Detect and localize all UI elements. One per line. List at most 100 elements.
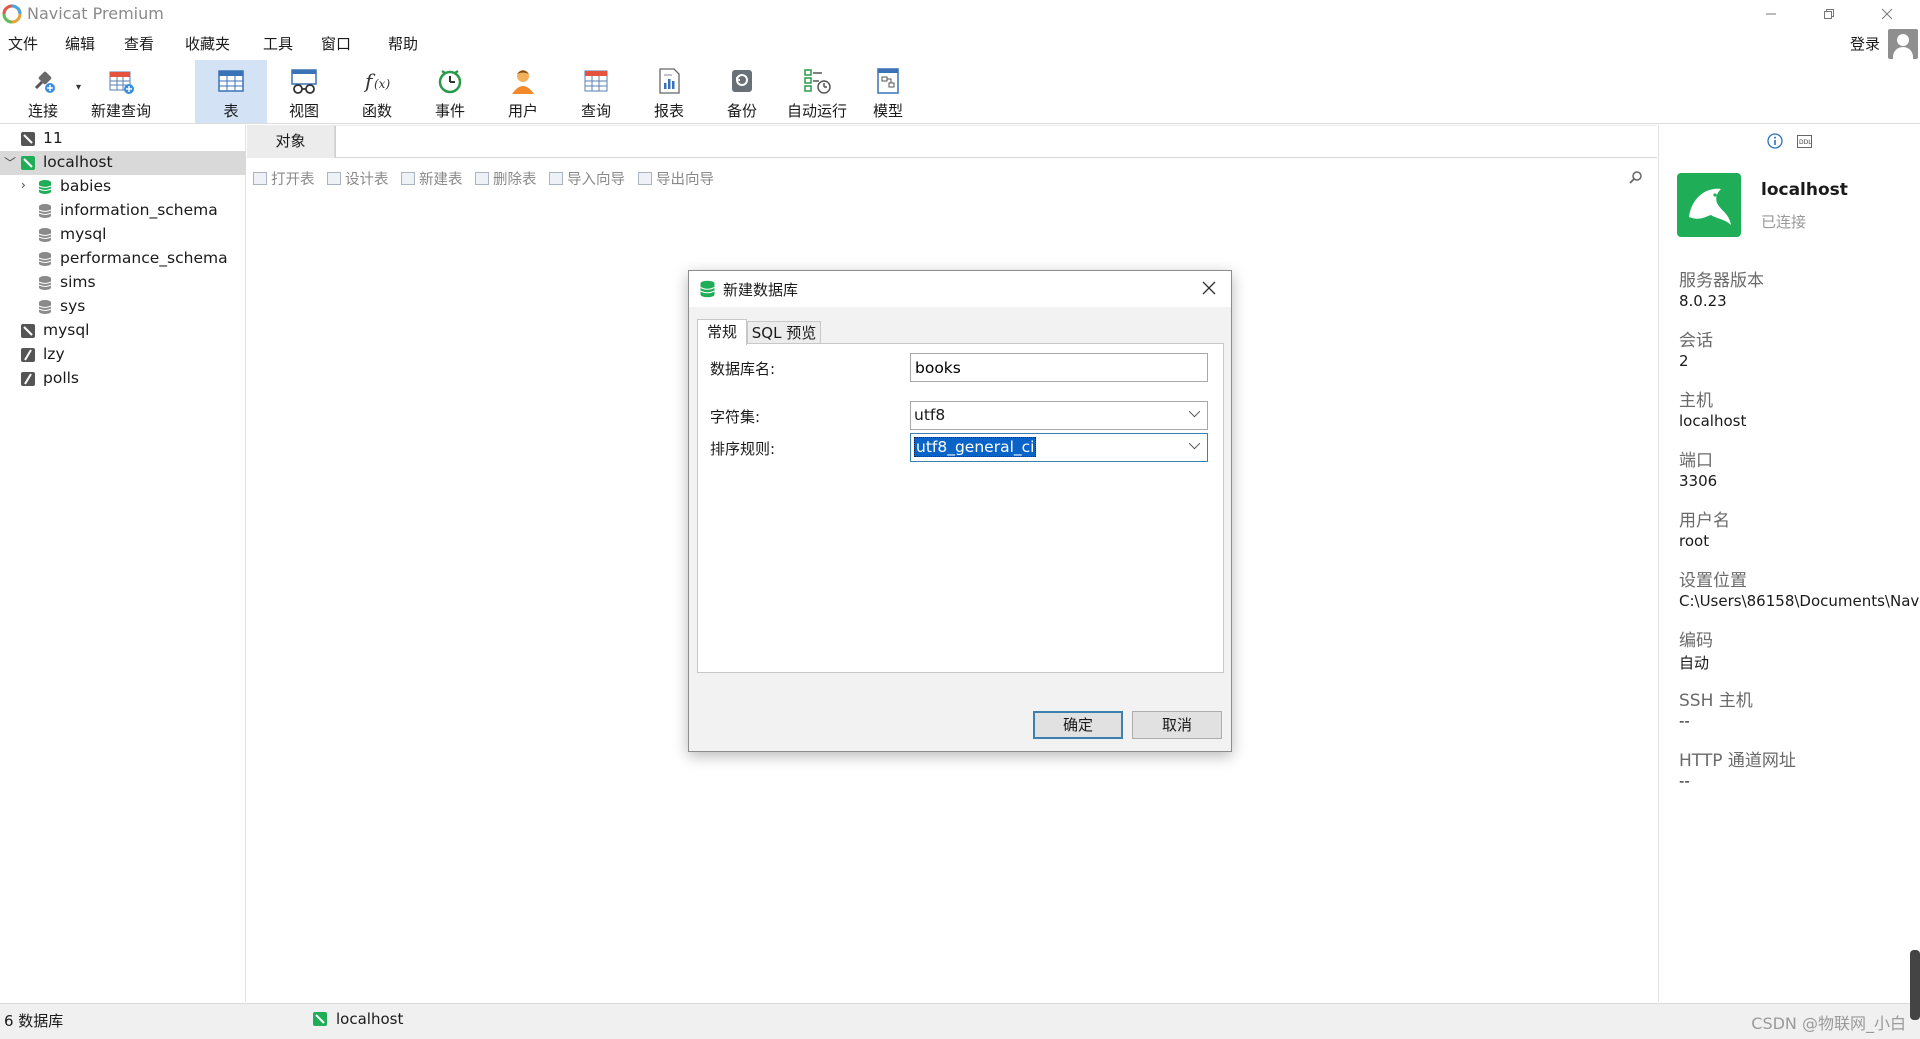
restore-icon: [1824, 9, 1834, 19]
tree-database-information-schema[interactable]: information_schema: [0, 199, 246, 223]
import-icon: [549, 172, 563, 185]
open-table-button[interactable]: 打开表: [253, 168, 315, 189]
tree-database-mysql[interactable]: mysql: [0, 223, 246, 247]
new-query-button[interactable]: 新建查询: [86, 60, 156, 123]
menu-view[interactable]: 查看: [124, 33, 154, 54]
dialog-close-button[interactable]: [1195, 275, 1223, 303]
tree-connection-localhost[interactable]: ﹀ localhost: [0, 151, 246, 175]
object-tab-bar: 对象: [247, 125, 1657, 158]
new-query-label: 新建查询: [90, 102, 151, 120]
cancel-button[interactable]: 取消: [1132, 711, 1222, 739]
tree-label: babies: [60, 177, 112, 195]
tree-connection-mysql[interactable]: mysql: [0, 319, 246, 343]
database-icon: [700, 280, 715, 298]
sqlite-connection-icon: [21, 372, 35, 386]
user-avatar-icon[interactable]: [1888, 29, 1918, 59]
connect-dropdown-icon[interactable]: ▾: [76, 82, 81, 93]
dialog-title-bar[interactable]: 新建数据库: [689, 271, 1231, 307]
menu-window[interactable]: 窗口: [321, 33, 351, 54]
collation-select[interactable]: utf8_general_ci: [910, 433, 1208, 462]
tab-objects[interactable]: 对象: [247, 125, 335, 158]
import-wizard-button[interactable]: 导入向导: [549, 168, 625, 189]
info-icon[interactable]: [1767, 133, 1783, 149]
menu-help[interactable]: 帮助: [388, 33, 418, 54]
info-label-server-version: 服务器版本: [1679, 271, 1764, 291]
backup-label: 备份: [726, 102, 757, 120]
tree-database-performance-schema[interactable]: performance_schema: [0, 247, 246, 271]
chevron-down-icon[interactable]: ﹀: [4, 154, 16, 171]
dialog-title: 新建数据库: [723, 281, 799, 299]
info-value-server-version: 8.0.23: [1679, 292, 1727, 310]
tree-label: polls: [43, 369, 80, 387]
minimize-icon: [1766, 13, 1776, 15]
tab-general[interactable]: 常规: [697, 319, 747, 345]
menu-bar: 文件 编辑 查看 收藏夹 工具 窗口 帮助: [0, 30, 1920, 58]
report-button[interactable]: 报表: [633, 60, 705, 123]
connection-closed-icon: [21, 324, 35, 338]
model-button[interactable]: 模型: [852, 60, 924, 123]
clock-icon: [438, 69, 462, 94]
database-icon: [38, 300, 52, 314]
table-button[interactable]: 表: [195, 60, 267, 123]
event-button[interactable]: 事件: [414, 60, 486, 123]
function-button[interactable]: f (x) 函数: [341, 60, 413, 123]
mysql-dolphin-icon: [1677, 173, 1741, 237]
report-icon: [659, 68, 680, 94]
query-button[interactable]: 查询: [560, 60, 632, 123]
db-name-input[interactable]: [910, 353, 1208, 382]
menu-file[interactable]: 文件: [8, 33, 38, 54]
tab-sql-preview[interactable]: SQL 预览: [747, 321, 821, 344]
function-icon: f (x): [363, 69, 390, 93]
query-label: 查询: [580, 102, 611, 120]
view-button[interactable]: 视图: [268, 60, 340, 123]
charset-select[interactable]: utf8: [910, 401, 1208, 430]
database-icon: [38, 204, 52, 218]
user-button[interactable]: 用户: [487, 60, 559, 123]
window-title: Navicat Premium: [27, 4, 164, 23]
close-window-button[interactable]: [1858, 0, 1916, 28]
connect-button[interactable]: 连接: [8, 60, 78, 123]
tree-connection-lzy[interactable]: lzy: [0, 343, 246, 367]
info-label-ssh-host: SSH 主机: [1679, 691, 1753, 711]
tree-label: mysql: [43, 321, 90, 339]
main-toolbar: 连接 ▾ 新建查询 表 视图 f (x) 函数 事件 用户 查询 报表 备份 自…: [0, 60, 1920, 124]
ddl-icon[interactable]: DDL: [1797, 135, 1812, 148]
db-name-label: 数据库名:: [710, 360, 776, 378]
chevron-right-icon[interactable]: ›: [21, 178, 26, 192]
menu-edit[interactable]: 编辑: [65, 33, 95, 54]
report-label: 报表: [653, 102, 684, 120]
connection-status: 已连接: [1761, 213, 1807, 231]
info-label-encoding: 编码: [1679, 631, 1713, 651]
mysql-connection-icon: [21, 156, 35, 170]
restore-button[interactable]: [1800, 0, 1858, 28]
export-wizard-button[interactable]: 导出向导: [638, 168, 714, 189]
charset-label: 字符集:: [710, 408, 761, 426]
tree-database-sims[interactable]: sims: [0, 271, 246, 295]
backup-icon: [732, 70, 752, 92]
scroll-handle[interactable]: [1910, 950, 1920, 1020]
automation-button[interactable]: 自动运行: [779, 60, 855, 123]
status-bar: 6 数据库 localhost CSDN @物联网_小白: [0, 1003, 1920, 1039]
backup-button[interactable]: 备份: [706, 60, 778, 123]
menu-favorites[interactable]: 收藏夹: [185, 33, 230, 54]
tree-label: information_schema: [60, 201, 218, 219]
tree-connection-polls[interactable]: polls: [0, 367, 246, 391]
design-table-button[interactable]: 设计表: [327, 168, 389, 189]
minimize-button[interactable]: [1742, 0, 1800, 28]
tree-database-babies[interactable]: › babies: [0, 175, 246, 199]
chevron-down-icon: [1188, 405, 1201, 418]
tree-connection-11[interactable]: 11: [0, 127, 246, 151]
tree-label: sys: [60, 297, 86, 315]
new-table-button[interactable]: 新建表: [401, 168, 463, 189]
search-icon[interactable]: [1629, 170, 1643, 184]
login-link[interactable]: 登录: [1850, 33, 1880, 54]
tree-database-sys[interactable]: sys: [0, 295, 246, 319]
view-icon: [291, 69, 317, 94]
menu-tools[interactable]: 工具: [263, 33, 293, 54]
delete-table-button[interactable]: 删除表: [475, 168, 537, 189]
sqlite-connection-icon: [21, 348, 35, 362]
watermark: CSDN @物联网_小白: [1751, 1014, 1906, 1033]
ok-button[interactable]: 确定: [1033, 711, 1123, 739]
mysql-connection-icon: [313, 1012, 327, 1026]
new-table-label: 新建表: [419, 172, 463, 188]
